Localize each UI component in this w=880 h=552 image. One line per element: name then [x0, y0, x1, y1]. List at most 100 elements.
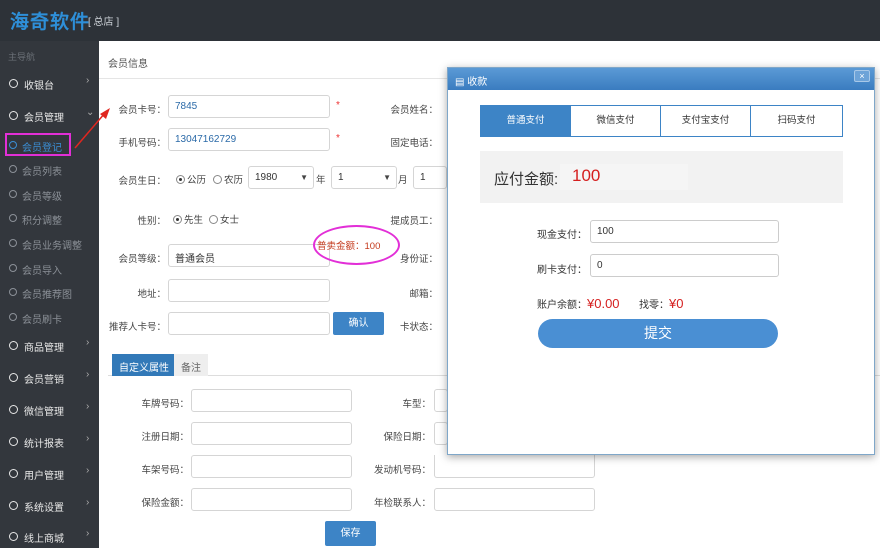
- nav-group-settings[interactable]: 系统设置 ›: [0, 491, 99, 521]
- close-icon[interactable]: ×: [854, 70, 870, 82]
- solar-radio[interactable]: 公历: [176, 172, 206, 186]
- radio-empty-icon: [213, 175, 222, 184]
- address-input[interactable]: [168, 279, 330, 302]
- circle-icon: [9, 79, 18, 88]
- change-value: ¥0: [669, 296, 684, 311]
- circle-icon: [9, 532, 18, 541]
- birth-month-select[interactable]: 1 ▼: [331, 166, 397, 189]
- nav-group-users[interactable]: 用户管理 ›: [0, 459, 99, 489]
- circle-icon: [9, 264, 17, 272]
- nav-sub-member-level[interactable]: 会员等级: [0, 182, 99, 206]
- top-bar: 海奇软件 [ 总店 ]: [0, 0, 880, 41]
- tab-custom-attributes[interactable]: 自定义属性: [112, 354, 176, 376]
- nav-sub-points-adjust[interactable]: 积分调整: [0, 206, 99, 230]
- month-unit: 月: [398, 175, 408, 186]
- chevron-right-icon: ›: [86, 528, 90, 539]
- frame-number-input[interactable]: [191, 455, 352, 478]
- male-radio[interactable]: 先生: [173, 212, 203, 226]
- nav-sub-member-swipe[interactable]: 会员刷卡: [0, 305, 99, 329]
- address-label: 地址：: [137, 289, 166, 300]
- plate-label: 车牌号码：: [141, 399, 189, 410]
- required-mark: *: [336, 133, 340, 144]
- cash-pay-input[interactable]: 100: [590, 220, 779, 243]
- circle-icon: [9, 111, 18, 120]
- inspection-contact-input[interactable]: [434, 488, 595, 511]
- card-number-label: 会员卡号：: [118, 105, 166, 116]
- insurance-amount-input[interactable]: [191, 488, 352, 511]
- submit-button[interactable]: 提交: [538, 319, 778, 348]
- chevron-right-icon: ›: [86, 465, 90, 476]
- nav-group-product-management[interactable]: 商品管理 ›: [0, 331, 99, 361]
- nav-group-reports[interactable]: 统计报表 ›: [0, 427, 99, 457]
- card-pay-input[interactable]: 0: [590, 254, 779, 277]
- chevron-right-icon: ›: [86, 369, 90, 380]
- landline-label: 固定电话：: [390, 138, 438, 149]
- radio-checked-icon: [173, 215, 182, 224]
- plate-input[interactable]: [191, 389, 352, 412]
- nav-sub-member-list[interactable]: 会员列表: [0, 157, 99, 181]
- circle-icon: [9, 437, 18, 446]
- insurance-date-input[interactable]: [434, 422, 448, 445]
- circle-icon: [9, 501, 18, 510]
- nav-sub-referral-chart[interactable]: 会员推荐图: [0, 280, 99, 304]
- nav-group-member-marketing[interactable]: 会员营销 ›: [0, 363, 99, 393]
- amount-due-box: 应付金额: 100: [480, 151, 843, 203]
- card-pay-label: 刷卡支付：: [537, 265, 587, 276]
- caret-down-icon: ▼: [383, 173, 391, 182]
- model-input[interactable]: [434, 389, 448, 412]
- confirm-button[interactable]: 确认: [333, 312, 384, 335]
- female-radio[interactable]: 女士: [209, 212, 239, 226]
- card-number-input[interactable]: 7845: [168, 95, 330, 118]
- card-state-label: 卡状态：: [399, 322, 438, 333]
- circle-icon: [9, 190, 17, 198]
- brand-logo: 海奇软件: [10, 12, 91, 33]
- amount-due-label: 应付金额:: [494, 171, 559, 188]
- tab-scan-pay[interactable]: 扫码支付: [751, 106, 842, 136]
- birth-year-select[interactable]: 1980 ▼: [248, 166, 314, 189]
- radio-empty-icon: [209, 215, 218, 224]
- radio-checked-icon: [176, 175, 185, 184]
- lunar-radio[interactable]: 农历: [213, 172, 243, 186]
- chevron-right-icon: ›: [86, 401, 90, 412]
- chevron-right-icon: ›: [86, 75, 90, 86]
- engine-number-label: 发动机号码：: [373, 465, 431, 476]
- required-mark: *: [336, 100, 340, 111]
- id-card-label: 身份证：: [399, 254, 438, 265]
- referrer-input[interactable]: [168, 312, 330, 335]
- circle-icon: [9, 405, 18, 414]
- nav-group-cashier[interactable]: 收银台 ›: [0, 69, 99, 99]
- nav-group-wechat[interactable]: 微信管理 ›: [0, 395, 99, 425]
- store-name: [ 总店 ]: [88, 17, 120, 28]
- model-label: 车型：: [402, 399, 431, 410]
- account-balance: 账户余额：¥0.00: [537, 296, 620, 311]
- nav-sub-member-import[interactable]: 会员导入: [0, 256, 99, 280]
- insurance-date-label: 保险日期：: [383, 432, 431, 443]
- tab-normal-pay[interactable]: 普通支付: [481, 106, 571, 137]
- insurance-amount-label: 保险金额：: [141, 498, 189, 509]
- gender-label: 性别：: [137, 216, 166, 227]
- year-unit: 年: [316, 175, 326, 186]
- birthday-label: 会员生日：: [118, 176, 166, 187]
- circle-icon: [9, 165, 17, 173]
- tab-alipay[interactable]: 支付宝支付: [661, 106, 751, 136]
- change-amount: 找零：¥0: [639, 296, 684, 311]
- phone-input[interactable]: 13047162729: [168, 128, 330, 151]
- inspection-contact-label: 年检联系人：: [373, 498, 431, 509]
- circle-icon: [9, 341, 18, 350]
- annotation-arrow-icon: [74, 108, 110, 149]
- save-button[interactable]: 保存: [325, 521, 376, 546]
- member-level-select[interactable]: 普通会员: [168, 244, 330, 267]
- staff-label: 提成员工：: [390, 216, 438, 227]
- engine-number-input[interactable]: [434, 455, 595, 478]
- birth-day-select[interactable]: 1: [413, 166, 447, 189]
- circle-icon: [9, 288, 17, 296]
- member-level-label: 会员等级：: [118, 254, 166, 265]
- nav-sub-business-adjust[interactable]: 会员业务调整: [0, 231, 99, 255]
- cash-pay-label: 现金支付：: [537, 230, 587, 241]
- highlight-rectangle: [5, 133, 71, 156]
- reg-date-input[interactable]: [191, 422, 352, 445]
- tab-wechat-pay[interactable]: 微信支付: [571, 106, 661, 136]
- sidebar-title: 主导航: [8, 52, 36, 62]
- tab-remarks[interactable]: 备注: [174, 354, 208, 376]
- circle-icon: [9, 313, 17, 321]
